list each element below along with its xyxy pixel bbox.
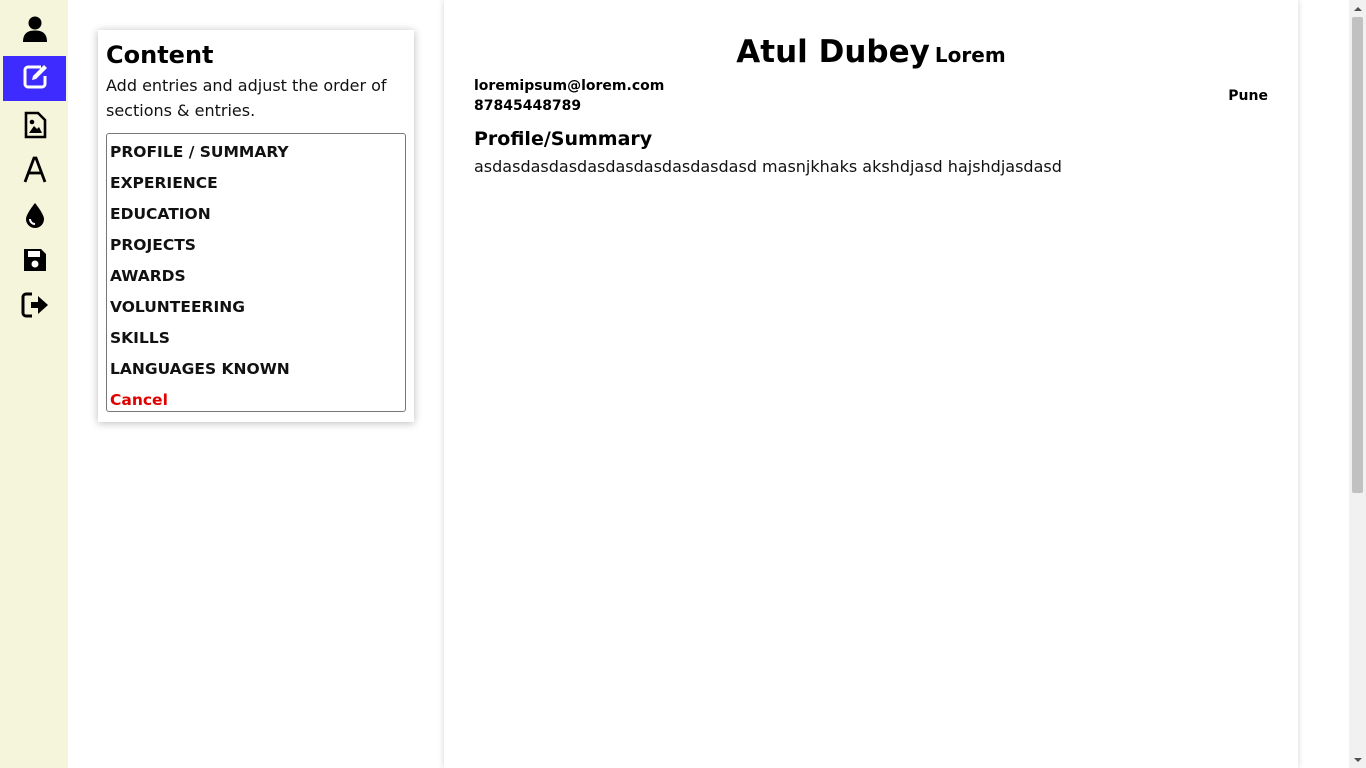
edit-icon — [21, 63, 49, 95]
sidebar-item-content[interactable] — [3, 56, 66, 101]
menu-item-languages-known[interactable]: LANGUAGES KNOWN — [107, 354, 405, 385]
menu-item-experience[interactable]: EXPERIENCE — [107, 168, 405, 199]
scroll-up-arrow-icon[interactable] — [1349, 0, 1366, 17]
resume-city: Pune — [1228, 88, 1268, 104]
menu-item-volunteering[interactable]: VOLUNTEERING — [107, 292, 405, 323]
vertical-scrollbar[interactable] — [1349, 0, 1366, 768]
menu-item-profile-summary[interactable]: PROFILE / SUMMARY — [107, 137, 405, 168]
section-text-profile-summary: asdasdasdasdasdasdasdasdasdasd masnjkhak… — [474, 157, 1062, 176]
sidebar-item-fonts[interactable] — [3, 149, 66, 194]
section-title-profile-summary: Profile/Summary — [474, 128, 653, 150]
sidebar — [0, 0, 68, 768]
user-icon — [21, 15, 49, 47]
sidebar-item-profile[interactable] — [3, 8, 66, 53]
image-file-icon — [21, 111, 49, 143]
sidebar-item-image[interactable] — [3, 104, 66, 149]
cancel-button[interactable]: Cancel — [107, 385, 405, 416]
menu-item-awards[interactable]: AWARDS — [107, 261, 405, 292]
scrollbar-thumb[interactable] — [1352, 17, 1363, 493]
sign-out-icon — [21, 291, 49, 323]
menu-item-skills[interactable]: SKILLS — [107, 323, 405, 354]
resume-phone: 87845448789 — [474, 98, 582, 114]
sidebar-item-save[interactable] — [3, 239, 66, 284]
sidebar-item-logout[interactable] — [3, 284, 66, 329]
sidebar-item-colors[interactable] — [3, 194, 66, 239]
resume-name: Atul Dubey — [736, 34, 930, 70]
panel-description: Add entries and adjust the order of sect… — [106, 76, 387, 120]
panel-title: Content — [106, 41, 214, 69]
font-icon — [21, 156, 49, 188]
section-menu: PROFILE / SUMMARY EXPERIENCE EDUCATION P… — [106, 133, 406, 412]
color-drop-icon — [21, 201, 49, 233]
scroll-down-arrow-icon[interactable] — [1349, 751, 1366, 768]
save-icon — [21, 246, 49, 278]
resume-preview: Atul Dubey Lorem loremipsum@lorem.com 87… — [444, 0, 1298, 768]
resume-email: loremipsum@lorem.com — [474, 78, 665, 94]
resume-header: Atul Dubey Lorem — [444, 34, 1298, 70]
content-panel: Content Add entries and adjust the order… — [98, 30, 414, 422]
resume-subtitle: Lorem — [934, 43, 1006, 67]
menu-item-education[interactable]: EDUCATION — [107, 199, 405, 230]
menu-item-projects[interactable]: PROJECTS — [107, 230, 405, 261]
